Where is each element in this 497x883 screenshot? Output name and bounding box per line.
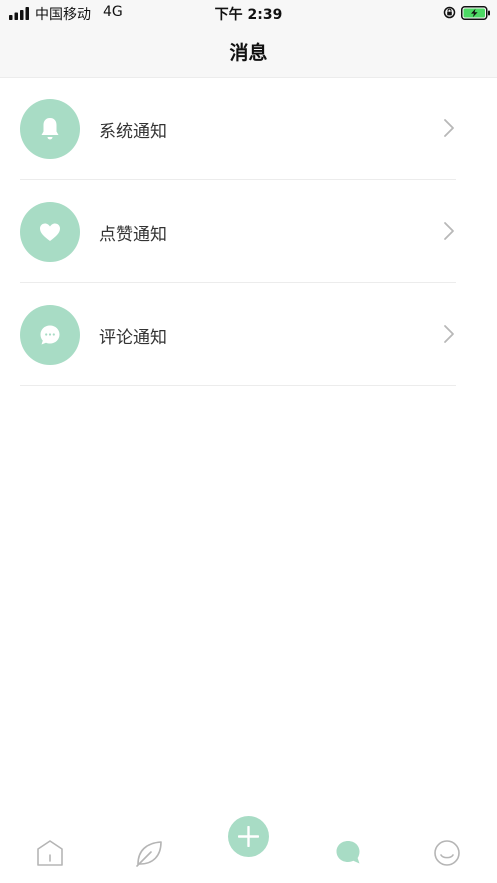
chevron-right-icon (444, 325, 454, 343)
status-bar: 中国移动 4G 下午 2:39 (0, 0, 497, 26)
notification-list: 系统通知 点赞通知 评论通知 (0, 77, 497, 386)
list-item-like-notification[interactable]: 点赞通知 (0, 180, 497, 283)
chevron-right-icon (444, 222, 454, 240)
tab-publish-button[interactable] (228, 816, 269, 857)
plus-icon (238, 826, 259, 847)
system-notification-label: 系统通知 (99, 122, 167, 142)
battery-icon (461, 6, 490, 20)
list-item-comment-notification[interactable]: 评论通知 (0, 283, 497, 386)
row-divider (20, 385, 456, 386)
bell-icon (41, 118, 59, 140)
orientation-lock-icon (443, 6, 456, 19)
comment-notification-label: 评论通知 (99, 328, 167, 348)
message-icon (336, 841, 360, 864)
messages-screen: 中国移动 4G 下午 2:39 消息 系统通知 点赞通知 评论通知 (0, 0, 497, 883)
status-time: 下午 2:39 (214, 7, 283, 23)
home-icon (37, 840, 63, 866)
comment-notification-avatar (20, 305, 80, 365)
page-title: 消息 (229, 42, 268, 64)
smile-icon (434, 840, 460, 866)
top-bar: 中国移动 4G 下午 2:39 消息 (0, 0, 497, 78)
like-notification-label: 点赞通知 (99, 225, 167, 245)
leaf-icon (136, 841, 162, 867)
tab-home[interactable] (30, 833, 70, 873)
tab-profile[interactable] (427, 833, 467, 873)
tab-discover[interactable] (129, 833, 169, 873)
comment-icon (40, 325, 60, 345)
system-notification-avatar (20, 99, 80, 159)
tab-messages[interactable] (328, 833, 368, 873)
like-notification-avatar (20, 202, 80, 262)
chevron-right-icon (444, 119, 454, 137)
heart-icon (40, 223, 60, 241)
list-item-system-notification[interactable]: 系统通知 (0, 77, 497, 180)
